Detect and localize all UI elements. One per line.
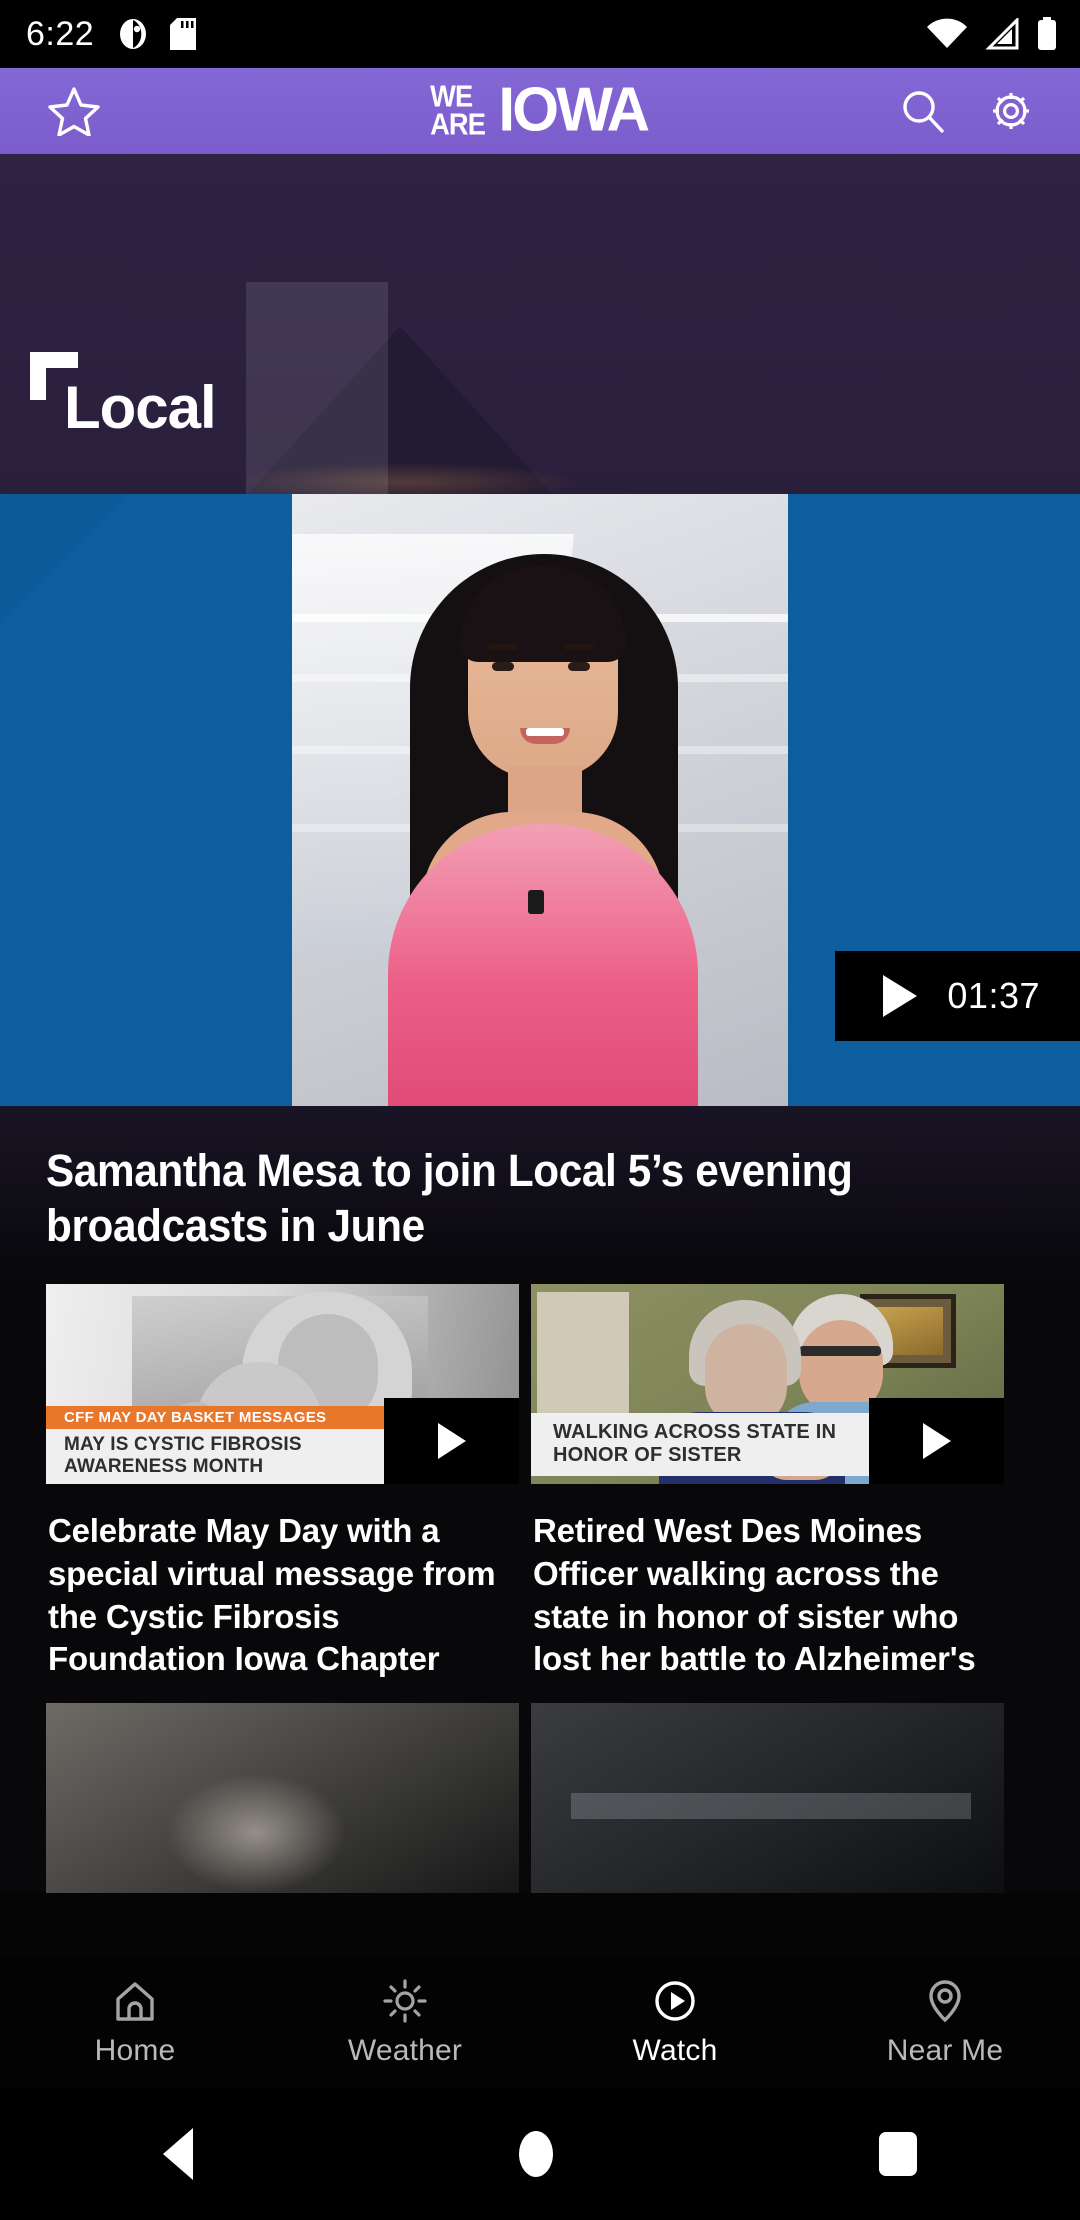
card-thumbnail: CFF MAY DAY BASKET MESSAGES MAY IS CYSTI… <box>46 1283 519 1484</box>
card-headline: Retired West Des Moines Officer walking … <box>533 1511 976 1678</box>
news-card[interactable]: CFF MAY DAY BASKET MESSAGES MAY IS CYSTI… <box>46 1283 519 1682</box>
battery-icon <box>1036 17 1058 51</box>
section-banner-image <box>0 154 1080 494</box>
search-icon[interactable] <box>900 88 946 134</box>
card-play-button[interactable] <box>869 1397 1004 1484</box>
hero-headline: Samantha Mesa to join Local 5’s evening … <box>46 1145 853 1251</box>
tab-label: Near Me <box>886 2034 1004 2067</box>
card-thumbnail[interactable] <box>46 1703 519 1894</box>
app-bar: WE ARE IOWA <box>0 68 1080 154</box>
tab-label: Weather <box>347 2034 463 2067</box>
hero-video-card[interactable]: 01:37 <box>0 494 1080 1106</box>
hero-headline-block[interactable]: Samantha Mesa to join Local 5’s evening … <box>0 1106 1080 1284</box>
star-icon[interactable] <box>48 86 100 136</box>
card-headline: Celebrate May Day with a special virtual… <box>48 1511 496 1678</box>
corner-bracket-icon <box>30 352 78 400</box>
card-row-partial <box>0 1681 1080 1894</box>
tab-label: Home <box>94 2034 176 2067</box>
app-logo: WE ARE IOWA <box>430 75 651 145</box>
news-card[interactable]: WALKING ACROSS STATE IN HONOR OF SISTER … <box>531 1283 1004 1682</box>
logo-line-are: ARE <box>430 106 486 142</box>
lower-third-kicker: CFF MAY DAY BASKET MESSAGES <box>46 1405 425 1429</box>
system-navigation-bar <box>0 2088 1080 2220</box>
status-bar-notification-icons <box>118 18 197 50</box>
play-icon <box>922 1422 951 1459</box>
play-icon <box>883 975 918 1017</box>
card-row: CFF MAY DAY BASKET MESSAGES MAY IS CYSTI… <box>0 1283 1080 1682</box>
home-icon <box>112 1978 158 2024</box>
home-circle-icon[interactable] <box>519 2131 553 2177</box>
status-bar-system-icons <box>926 17 1058 51</box>
status-bar-clock: 6:22 <box>26 14 95 53</box>
status-bar: 6:22 <box>0 0 1080 68</box>
tab-weather[interactable]: Weather <box>270 1978 540 2068</box>
wifi-icon <box>926 18 968 50</box>
section-title-group: Local <box>30 352 217 438</box>
gear-icon[interactable] <box>988 88 1034 134</box>
tab-watch[interactable]: Watch <box>540 1978 810 2068</box>
map-pin-icon <box>922 1978 968 2024</box>
tab-home[interactable]: Home <box>0 1978 270 2068</box>
play-icon <box>437 1422 466 1459</box>
hero-duration-badge[interactable]: 01:37 <box>835 951 1080 1041</box>
tab-near-me[interactable]: Near Me <box>810 1978 1080 2068</box>
section-banner: Local <box>0 154 1080 494</box>
tab-label: Watch <box>632 2034 718 2067</box>
lower-third-title: WALKING ACROSS STATE IN HONOR OF SISTER <box>531 1412 891 1476</box>
bottom-tab-bar: Home Weather Watch Near Me <box>0 1958 1080 2088</box>
back-triangle-icon[interactable] <box>163 2128 193 2180</box>
logo-word-iowa: IOWA <box>498 75 651 145</box>
hero-duration-text: 01:37 <box>947 975 1040 1016</box>
android-head-icon <box>118 18 148 50</box>
app-bar-actions <box>900 88 1034 134</box>
cellular-signal-icon <box>984 18 1020 50</box>
app-screen: 6:22 WE ARE IOWA Local 01:37 Samantha Me… <box>0 0 1080 2220</box>
sun-icon <box>382 1978 428 2024</box>
play-circle-icon <box>652 1978 698 2024</box>
card-play-button[interactable] <box>384 1397 519 1484</box>
card-thumbnail: WALKING ACROSS STATE IN HONOR OF SISTER <box>531 1283 1004 1484</box>
card-thumbnail[interactable] <box>531 1703 1004 1894</box>
lower-third-title: MAY IS CYSTIC FIBROSIS AWARENESS MONTH <box>46 1428 425 1484</box>
sd-card-icon <box>170 18 197 50</box>
hero-thumbnail-image <box>292 494 788 1106</box>
recents-square-icon[interactable] <box>879 2132 917 2176</box>
